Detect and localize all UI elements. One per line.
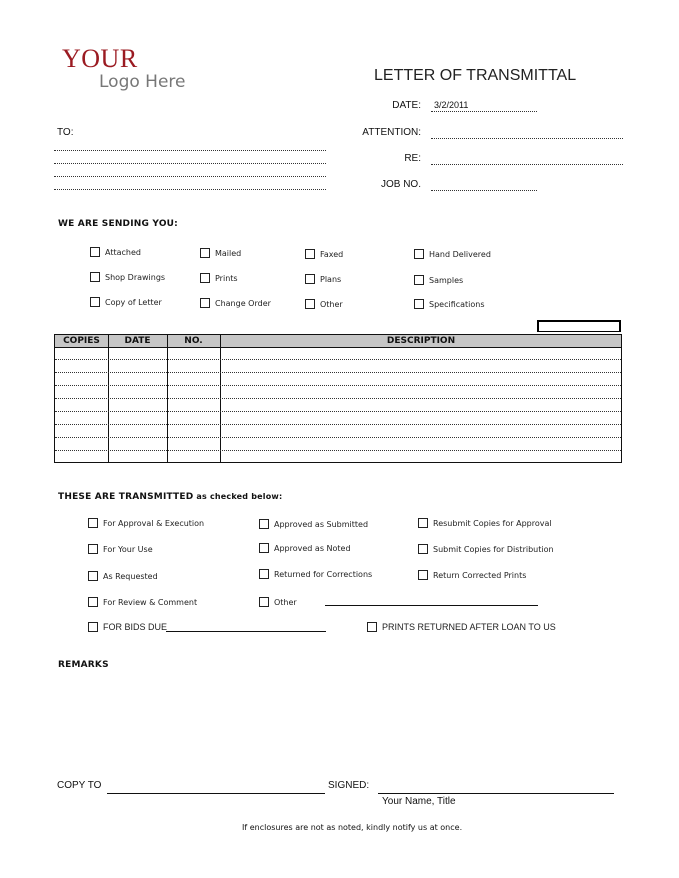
to-line-4[interactable] bbox=[54, 189, 326, 190]
attention-label: ATTENTION: bbox=[362, 127, 421, 138]
remarks-area[interactable] bbox=[58, 676, 622, 771]
table-header: COPIES DATE NO. DESCRIPTION bbox=[55, 335, 621, 348]
bids-due-field[interactable] bbox=[166, 631, 326, 632]
checkbox-icon[interactable] bbox=[88, 544, 98, 554]
checkbox-icon[interactable] bbox=[305, 299, 315, 309]
checkbox-mailed[interactable]: Mailed bbox=[200, 248, 241, 258]
checkbox-icon[interactable] bbox=[259, 597, 269, 607]
date-value[interactable]: 3/2/2011 bbox=[434, 100, 468, 110]
checkbox-approved-as-noted[interactable]: Approved as Noted bbox=[259, 543, 351, 553]
checkbox-prints-returned[interactable]: PRINTS RETURNED AFTER LOAN TO US bbox=[367, 622, 556, 632]
enclosure-notice: If enclosures are not as noted, kindly n… bbox=[242, 823, 463, 832]
checkbox-returned-for-corrections[interactable]: Returned for Corrections bbox=[259, 569, 372, 579]
transmitted-heading: THESE ARE TRANSMITTED as checked below: bbox=[58, 492, 283, 502]
table-row[interactable] bbox=[55, 411, 621, 412]
checkbox-icon[interactable] bbox=[88, 597, 98, 607]
to-line-3[interactable] bbox=[54, 176, 326, 177]
checkbox-icon[interactable] bbox=[90, 272, 100, 282]
checkbox-other[interactable]: Other bbox=[305, 299, 343, 309]
checkbox-icon[interactable] bbox=[88, 518, 98, 528]
checkbox-transmitted-other[interactable]: Other bbox=[259, 597, 297, 607]
signed-label: SIGNED: bbox=[328, 780, 370, 791]
table-row[interactable] bbox=[55, 385, 621, 386]
date-label: DATE: bbox=[392, 100, 421, 111]
column-header-date: DATE bbox=[124, 336, 151, 346]
copy-to-field[interactable] bbox=[107, 793, 325, 794]
checkbox-submit-copies[interactable]: Submit Copies for Distribution bbox=[418, 544, 554, 554]
attention-field[interactable] bbox=[431, 138, 623, 139]
checkbox-icon[interactable] bbox=[90, 297, 100, 307]
logo-your: YOUR bbox=[62, 44, 138, 73]
checkbox-specifications[interactable]: Specifications bbox=[414, 299, 485, 309]
checkbox-as-requested[interactable]: As Requested bbox=[88, 571, 158, 581]
checkbox-hand-delivered[interactable]: Hand Delivered bbox=[414, 249, 491, 259]
page-title: LETTER OF TRANSMITTAL bbox=[374, 67, 577, 84]
checkbox-icon[interactable] bbox=[305, 249, 315, 259]
checkbox-faxed[interactable]: Faxed bbox=[305, 249, 343, 259]
checkbox-change-order[interactable]: Change Order bbox=[200, 298, 271, 308]
checkbox-for-approval-execution[interactable]: For Approval & Execution bbox=[88, 518, 204, 528]
signer-name: Your Name, Title bbox=[382, 796, 456, 807]
re-label: RE: bbox=[404, 153, 421, 164]
checkbox-icon[interactable] bbox=[259, 519, 269, 529]
re-field[interactable] bbox=[431, 164, 623, 165]
checkbox-for-review-comment[interactable]: For Review & Comment bbox=[88, 597, 197, 607]
signature-field[interactable] bbox=[378, 793, 614, 794]
table-row[interactable] bbox=[55, 450, 621, 451]
sending-heading: WE ARE SENDING YOU: bbox=[58, 219, 178, 229]
checkbox-samples[interactable]: Samples bbox=[414, 275, 463, 285]
items-table: COPIES DATE NO. DESCRIPTION bbox=[54, 334, 622, 463]
checkbox-shop-drawings[interactable]: Shop Drawings bbox=[90, 272, 165, 282]
selected-cell[interactable] bbox=[537, 320, 621, 332]
checkbox-plans[interactable]: Plans bbox=[305, 274, 341, 284]
checkbox-resubmit-copies[interactable]: Resubmit Copies for Approval bbox=[418, 518, 552, 528]
logo-here: Logo Here bbox=[99, 72, 186, 92]
checkbox-icon[interactable] bbox=[418, 544, 428, 554]
checkbox-icon[interactable] bbox=[414, 299, 424, 309]
checkbox-copy-of-letter[interactable]: Copy of Letter bbox=[90, 297, 162, 307]
checkbox-icon[interactable] bbox=[259, 569, 269, 579]
checkbox-prints[interactable]: Prints bbox=[200, 273, 238, 283]
other-field[interactable] bbox=[325, 605, 538, 606]
checkbox-icon[interactable] bbox=[414, 275, 424, 285]
job-no-field[interactable] bbox=[431, 190, 537, 191]
checkbox-for-bids-due[interactable]: FOR BIDS DUE bbox=[88, 622, 167, 632]
checkbox-attached[interactable]: Attached bbox=[90, 247, 141, 257]
remarks-heading: REMARKS bbox=[58, 660, 109, 670]
checkbox-icon[interactable] bbox=[200, 273, 210, 283]
checkbox-icon[interactable] bbox=[305, 274, 315, 284]
checkbox-icon[interactable] bbox=[200, 248, 210, 258]
checkbox-icon[interactable] bbox=[88, 622, 98, 632]
table-row[interactable] bbox=[55, 372, 621, 373]
column-header-copies: COPIES bbox=[63, 336, 100, 346]
to-line-1[interactable] bbox=[54, 150, 326, 151]
table-row[interactable] bbox=[55, 359, 621, 360]
copy-to-label: COPY TO bbox=[57, 780, 102, 791]
to-line-2[interactable] bbox=[54, 163, 326, 164]
checkbox-icon[interactable] bbox=[88, 571, 98, 581]
checkbox-for-your-use[interactable]: For Your Use bbox=[88, 544, 153, 554]
column-header-description: DESCRIPTION bbox=[386, 336, 456, 346]
table-row[interactable] bbox=[55, 398, 621, 399]
checkbox-icon[interactable] bbox=[367, 622, 377, 632]
date-line bbox=[431, 111, 537, 112]
column-header-no: NO. bbox=[184, 336, 203, 346]
checkbox-icon[interactable] bbox=[200, 298, 210, 308]
table-row[interactable] bbox=[55, 437, 621, 438]
to-label: TO: bbox=[57, 127, 74, 138]
checkbox-icon[interactable] bbox=[418, 518, 428, 528]
checkbox-icon[interactable] bbox=[90, 247, 100, 257]
job-no-label: JOB NO. bbox=[380, 179, 421, 190]
checkbox-approved-as-submitted[interactable]: Approved as Submitted bbox=[259, 519, 368, 529]
table-row[interactable] bbox=[55, 424, 621, 425]
checkbox-icon[interactable] bbox=[259, 543, 269, 553]
checkbox-icon[interactable] bbox=[414, 249, 424, 259]
checkbox-return-corrected-prints[interactable]: Return Corrected Prints bbox=[418, 570, 526, 580]
checkbox-icon[interactable] bbox=[418, 570, 428, 580]
